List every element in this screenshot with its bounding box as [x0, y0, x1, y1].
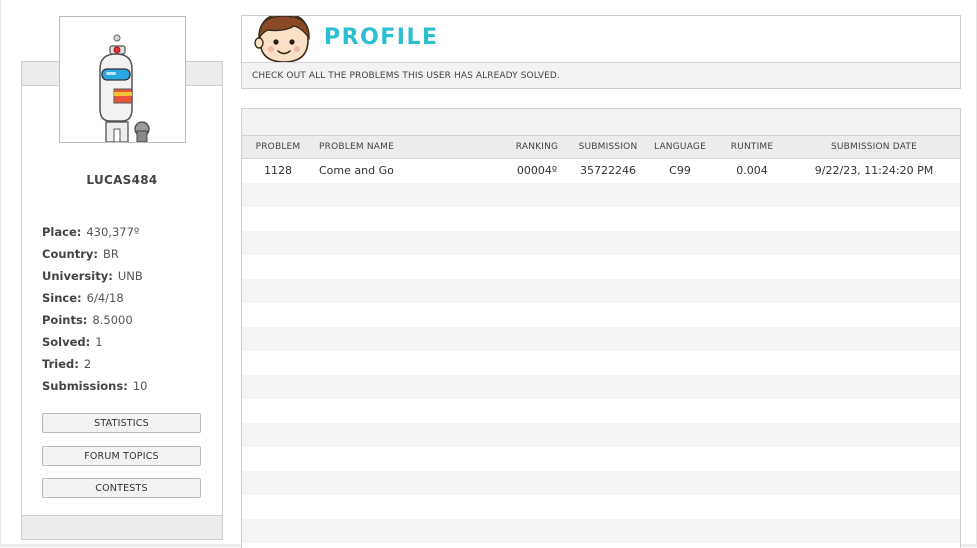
- info-value: 6/4/18: [86, 291, 124, 305]
- info-value: 8.5000: [92, 313, 133, 327]
- column-header-problem[interactable]: PROBLEM: [242, 136, 314, 158]
- boy-face-icon: [254, 13, 312, 63]
- empty-table-row: [242, 183, 960, 207]
- cell-runtime: 0.004: [736, 164, 768, 177]
- info-submissions: Submissions: 10: [42, 378, 147, 400]
- info-value: BR: [102, 247, 119, 261]
- frame-left-border: [0, 0, 1, 547]
- profile-subtitle: CHECK OUT ALL THE PROBLEMS THIS USER HAS…: [252, 71, 560, 81]
- info-place: Place: 430,377º: [42, 224, 147, 246]
- info-value: 10: [132, 379, 148, 393]
- empty-table-row: [242, 351, 960, 375]
- column-header-submission-date[interactable]: SUBMISSION DATE: [802, 136, 946, 158]
- solved-problems-table: PROBLEM PROBLEM NAME RANKING SUBMISSION …: [241, 108, 961, 548]
- info-label: University:: [42, 269, 113, 283]
- info-label: Place:: [42, 225, 82, 239]
- avatar: [59, 16, 186, 143]
- info-value: 1: [95, 335, 103, 349]
- info-label: Submissions:: [42, 379, 128, 393]
- robot-avatar-icon: [99, 34, 150, 142]
- cell-submission[interactable]: 35722246: [573, 159, 643, 183]
- statistics-button[interactable]: STATISTICS: [42, 413, 201, 433]
- column-header-problem-name[interactable]: PROBLEM NAME: [319, 136, 394, 158]
- cell-problem-id[interactable]: 1128: [242, 159, 314, 183]
- info-label: Since:: [42, 291, 82, 305]
- cell-problem-name[interactable]: Come and Go: [319, 159, 394, 183]
- info-label: Tried:: [42, 357, 79, 371]
- column-header-ranking[interactable]: RANKING: [506, 136, 568, 158]
- info-solved: Solved: 1: [42, 334, 147, 356]
- info-label: Solved:: [42, 335, 91, 349]
- empty-table-row: [242, 399, 960, 423]
- table-row: 1128 Come and Go 00004º 35722246 C99 0.0…: [242, 159, 960, 183]
- empty-table-row: [242, 303, 960, 327]
- empty-table-row: [242, 423, 960, 447]
- info-country: Country: BR: [42, 246, 147, 268]
- info-university: University: UNB: [42, 268, 147, 290]
- sidebar-footer-bar: [22, 515, 222, 539]
- table-top-bar: [242, 109, 960, 136]
- info-label: Points:: [42, 313, 88, 327]
- empty-table-row: [242, 495, 960, 519]
- info-since: Since: 6/4/18: [42, 290, 147, 312]
- empty-table-row: [242, 279, 960, 303]
- profile-subtitle-bar: CHECK OUT ALL THE PROBLEMS THIS USER HAS…: [242, 62, 960, 88]
- info-value: 2: [83, 357, 92, 371]
- empty-table-row: [242, 231, 960, 255]
- info-label: Country:: [42, 247, 98, 261]
- empty-table-row: [242, 327, 960, 351]
- user-info-list: Place: 430,377º Country: BR University: UNB…: [42, 224, 147, 400]
- empty-table-row: [242, 255, 960, 279]
- info-value: 430,377º: [86, 225, 140, 239]
- info-points: Points: 8.5000: [42, 312, 147, 334]
- column-header-submission[interactable]: SUBMISSION: [573, 136, 643, 158]
- empty-table-row: [242, 447, 960, 471]
- username: LUCAS484: [86, 173, 158, 187]
- empty-table-row: [242, 471, 960, 495]
- cell-language: C99: [669, 164, 691, 177]
- forum-topics-button[interactable]: FORUM TOPICS: [42, 446, 201, 466]
- cell-submission-date: 9/22/23, 11:24:20 PM: [814, 164, 934, 177]
- column-header-runtime[interactable]: RUNTIME: [720, 136, 784, 158]
- table-header: PROBLEM PROBLEM NAME RANKING SUBMISSION …: [242, 136, 960, 159]
- info-value: UNB: [117, 269, 143, 283]
- table-body: 1128 Come and Go 00004º 35722246 C99 0.0…: [242, 159, 960, 543]
- empty-table-row: [242, 207, 960, 231]
- page-title: PROFILE: [324, 25, 439, 50]
- column-header-language[interactable]: LANGUAGE: [646, 136, 714, 158]
- profile-header-panel: PROFILE CHECK OUT ALL THE PROBLEMS THIS …: [241, 13, 961, 89]
- contests-button[interactable]: CONTESTS: [42, 478, 201, 498]
- info-tried: Tried: 2: [42, 356, 147, 378]
- empty-table-row: [242, 375, 960, 399]
- empty-table-row: [242, 519, 960, 543]
- cell-ranking: 00004º: [516, 164, 558, 177]
